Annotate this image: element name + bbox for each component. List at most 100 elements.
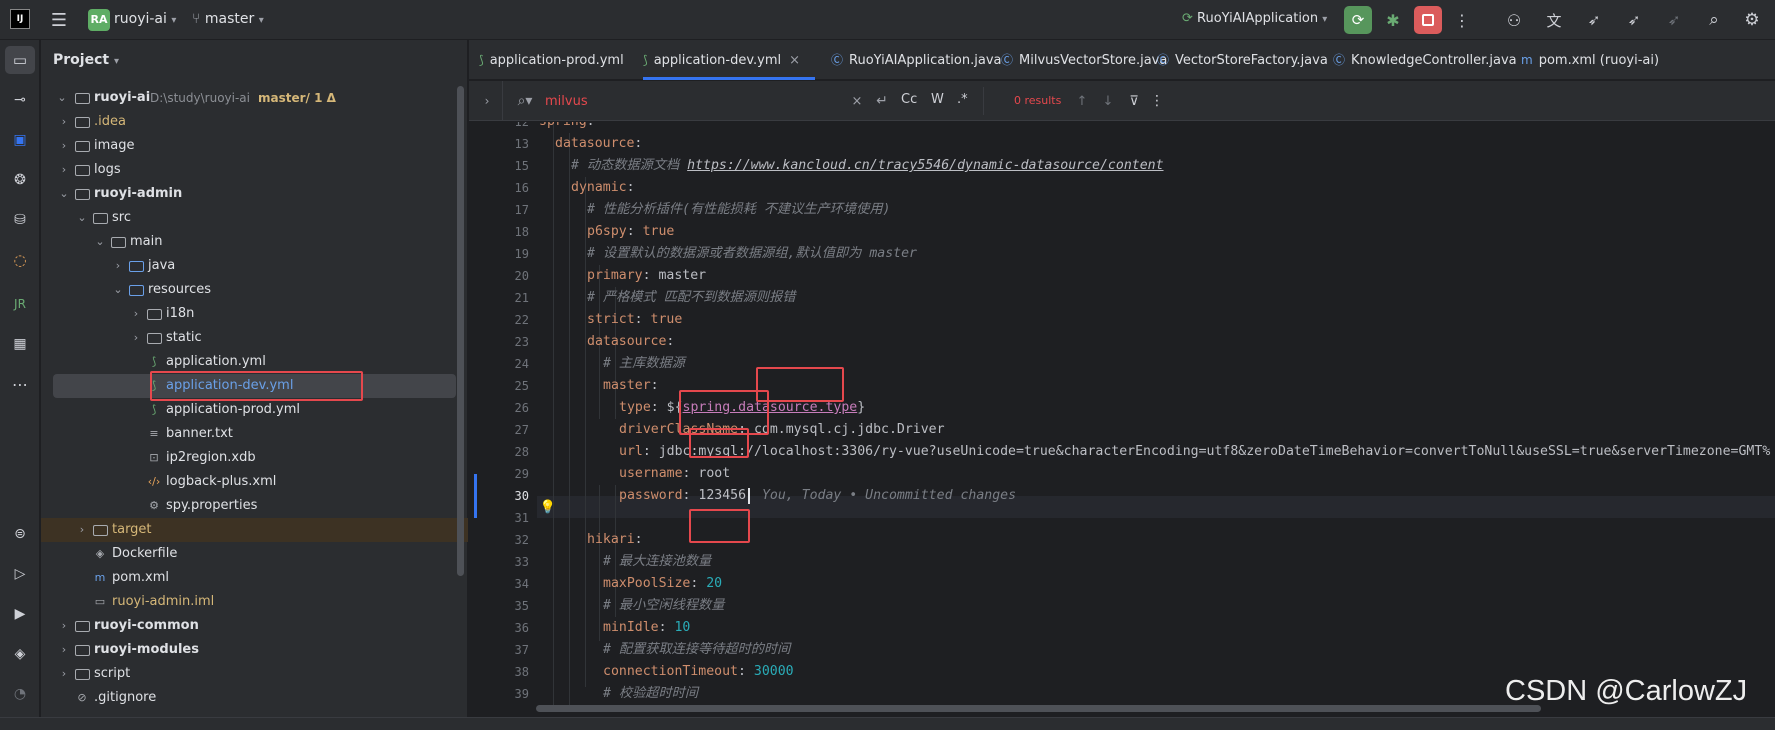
- tree-folder-row[interactable]: › .idea: [41, 110, 468, 134]
- settings-gear-icon[interactable]: ⚙: [1740, 8, 1764, 32]
- app-logo[interactable]: IJ: [10, 9, 30, 29]
- rocket-disabled-icon[interactable]: ➶: [1662, 8, 1686, 32]
- code-area[interactable]: 💡 12 13 15 16 17 18 19 20 21 22 23 24 25 26 27 28 29 30 31…: [469, 122, 1775, 720]
- tree-folder-row[interactable]: › logs: [41, 158, 468, 182]
- services-icon[interactable]: ❂: [5, 166, 35, 194]
- debug-icon[interactable]: ✱: [1381, 8, 1405, 32]
- tree-folder-row[interactable]: ⌄ ruoyi-admin: [41, 182, 468, 206]
- editor-tab[interactable]: ⟆ application-dev.yml ×: [643, 40, 815, 80]
- chevron-right-icon[interactable]: ›: [57, 638, 71, 662]
- tree-file-row[interactable]: m pom.xml: [41, 566, 468, 590]
- rocket-icon[interactable]: ➶: [1582, 8, 1606, 32]
- more-tools-icon[interactable]: ⋯: [5, 370, 35, 398]
- tree-file-row[interactable]: ⚙ spy.properties: [41, 494, 468, 518]
- profiler-icon[interactable]: ◔: [5, 680, 35, 708]
- ai-chat-icon[interactable]: ▣: [5, 126, 35, 154]
- editor-tab[interactable]: Ⓒ MilvusVectorStore.java: [1001, 40, 1167, 80]
- services-run-icon[interactable]: ▷: [5, 560, 35, 588]
- plugin-icon[interactable]: ◌: [5, 246, 35, 274]
- branch-selector[interactable]: ⑂ master ▾: [192, 11, 264, 27]
- more-actions-icon[interactable]: ⋮: [1452, 8, 1472, 32]
- find-input[interactable]: [545, 91, 805, 111]
- terminal-icon[interactable]: ⊜: [5, 520, 35, 548]
- search-history-icon[interactable]: ⌕▾: [513, 91, 537, 111]
- chevron-right-icon[interactable]: ›: [129, 302, 143, 326]
- chevron-down-icon[interactable]: ⌄: [111, 278, 125, 302]
- tree-file-row[interactable]: ◈ Dockerfile: [41, 542, 468, 566]
- previous-occurrence-icon[interactable]: ↑: [1073, 91, 1091, 111]
- find-divider: [502, 81, 503, 121]
- tree-folder-row[interactable]: › script: [41, 662, 468, 686]
- chevron-right-icon[interactable]: ›: [75, 518, 89, 542]
- tree-folder-row[interactable]: ⌄ src: [41, 206, 468, 230]
- project-selector[interactable]: ruoyi-ai ▾: [114, 11, 176, 27]
- tree-root[interactable]: ⌄ ruoyi-ai D:\study\ruoyi-ai master/ 1 Δ: [41, 86, 468, 110]
- close-tab-icon[interactable]: ×: [789, 53, 800, 68]
- run-config-selector[interactable]: ⟳ RuoYiAIApplication ▾: [1182, 11, 1327, 26]
- tree-folder-row[interactable]: › image: [41, 134, 468, 158]
- tree-folder-row[interactable]: › target: [41, 518, 468, 542]
- chevron-down-icon[interactable]: ⌄: [93, 230, 107, 254]
- tree-file-row[interactable]: ⊡ ip2region.xdb: [41, 446, 468, 470]
- tree-folder-row[interactable]: › java: [41, 254, 468, 278]
- translate-icon[interactable]: 文: [1542, 8, 1566, 32]
- editor-tab[interactable]: m pom.xml (ruoyi-ai): [1521, 40, 1671, 80]
- match-case-toggle[interactable]: Cc: [901, 92, 917, 107]
- tree-file-row[interactable]: ‹/› logback-plus.xml: [41, 470, 468, 494]
- editor-tab[interactable]: Ⓒ RuoYiAIApplication.java: [831, 40, 1001, 80]
- tree-folder-row[interactable]: › ruoyi-common: [41, 614, 468, 638]
- chevron-right-icon[interactable]: ›: [57, 662, 71, 686]
- add-user-icon[interactable]: ⚇: [1502, 8, 1526, 32]
- new-line-icon[interactable]: ↵: [872, 91, 892, 111]
- chevron-right-icon[interactable]: ›: [57, 110, 71, 134]
- chevron-right-icon[interactable]: ›: [57, 614, 71, 638]
- code-token: # 动态数据源文档: [571, 158, 688, 173]
- tree-folder-row[interactable]: ⌄ main: [41, 230, 468, 254]
- rerun-button[interactable]: ⟳: [1344, 6, 1372, 34]
- regex-toggle[interactable]: .*: [957, 92, 968, 107]
- stop-button[interactable]: [1414, 6, 1442, 34]
- project-panel-header[interactable]: Project ▾: [53, 52, 119, 68]
- tree-file-row[interactable]: ⟆ application-prod.yml: [41, 398, 468, 422]
- tree-folder-row[interactable]: › static: [41, 326, 468, 350]
- editor-horizontal-scrollbar[interactable]: [536, 705, 1541, 712]
- indent-guide: [569, 133, 570, 709]
- editor-tab[interactable]: ⟆ application-prod.yml: [479, 40, 639, 80]
- search-icon[interactable]: ⌕: [1702, 8, 1726, 32]
- tree-item-label: .gitignore: [94, 690, 157, 705]
- database-icon[interactable]: ⛁: [5, 206, 35, 234]
- rocket-alt-icon[interactable]: ➶: [1622, 8, 1646, 32]
- jrebel-icon[interactable]: JR: [5, 290, 35, 318]
- whole-word-toggle[interactable]: W: [931, 92, 944, 107]
- run-icon[interactable]: ▶: [5, 600, 35, 628]
- chevron-right-icon[interactable]: ›: [57, 158, 71, 182]
- layers-icon[interactable]: ◈: [5, 640, 35, 668]
- tree-item-label: logback-plus.xml: [166, 474, 277, 489]
- main-menu-icon[interactable]: ☰: [48, 10, 70, 31]
- commit-icon[interactable]: ⊸: [5, 86, 35, 114]
- structure-icon[interactable]: ▦: [5, 330, 35, 358]
- filter-icon[interactable]: ⊽: [1125, 91, 1143, 111]
- tree-folder-row[interactable]: › ruoyi-modules: [41, 638, 468, 662]
- project-badge[interactable]: RA: [88, 9, 110, 31]
- chevron-right-icon[interactable]: ›: [111, 254, 125, 278]
- tree-file-row[interactable]: ▭ ruoyi-admin.iml: [41, 590, 468, 614]
- code-token: master: [658, 268, 707, 283]
- project-folder-icon[interactable]: ▭: [5, 46, 35, 74]
- tree-file-row[interactable]: ≡ banner.txt: [41, 422, 468, 446]
- editor-tab[interactable]: Ⓒ KnowledgeController.java: [1333, 40, 1517, 80]
- clear-search-icon[interactable]: ×: [849, 91, 865, 111]
- expand-replace-chevron-icon[interactable]: ›: [477, 91, 497, 111]
- next-occurrence-icon[interactable]: ↓: [1099, 91, 1117, 111]
- chevron-right-icon[interactable]: ›: [129, 326, 143, 350]
- yaml-file-icon: ⟆: [643, 53, 648, 67]
- editor-tab[interactable]: Ⓒ VectorStoreFactory.java: [1157, 40, 1328, 80]
- find-more-icon[interactable]: ⋮: [1149, 91, 1165, 111]
- tree-file-row[interactable]: ⊘ .gitignore: [41, 686, 468, 710]
- chevron-down-icon[interactable]: ⌄: [57, 182, 71, 206]
- tree-folder-row[interactable]: ⌄ resources: [41, 278, 468, 302]
- project-scrollbar[interactable]: [457, 86, 464, 576]
- tree-folder-row[interactable]: › i18n: [41, 302, 468, 326]
- chevron-right-icon[interactable]: ›: [57, 134, 71, 158]
- chevron-down-icon[interactable]: ⌄: [75, 206, 89, 230]
